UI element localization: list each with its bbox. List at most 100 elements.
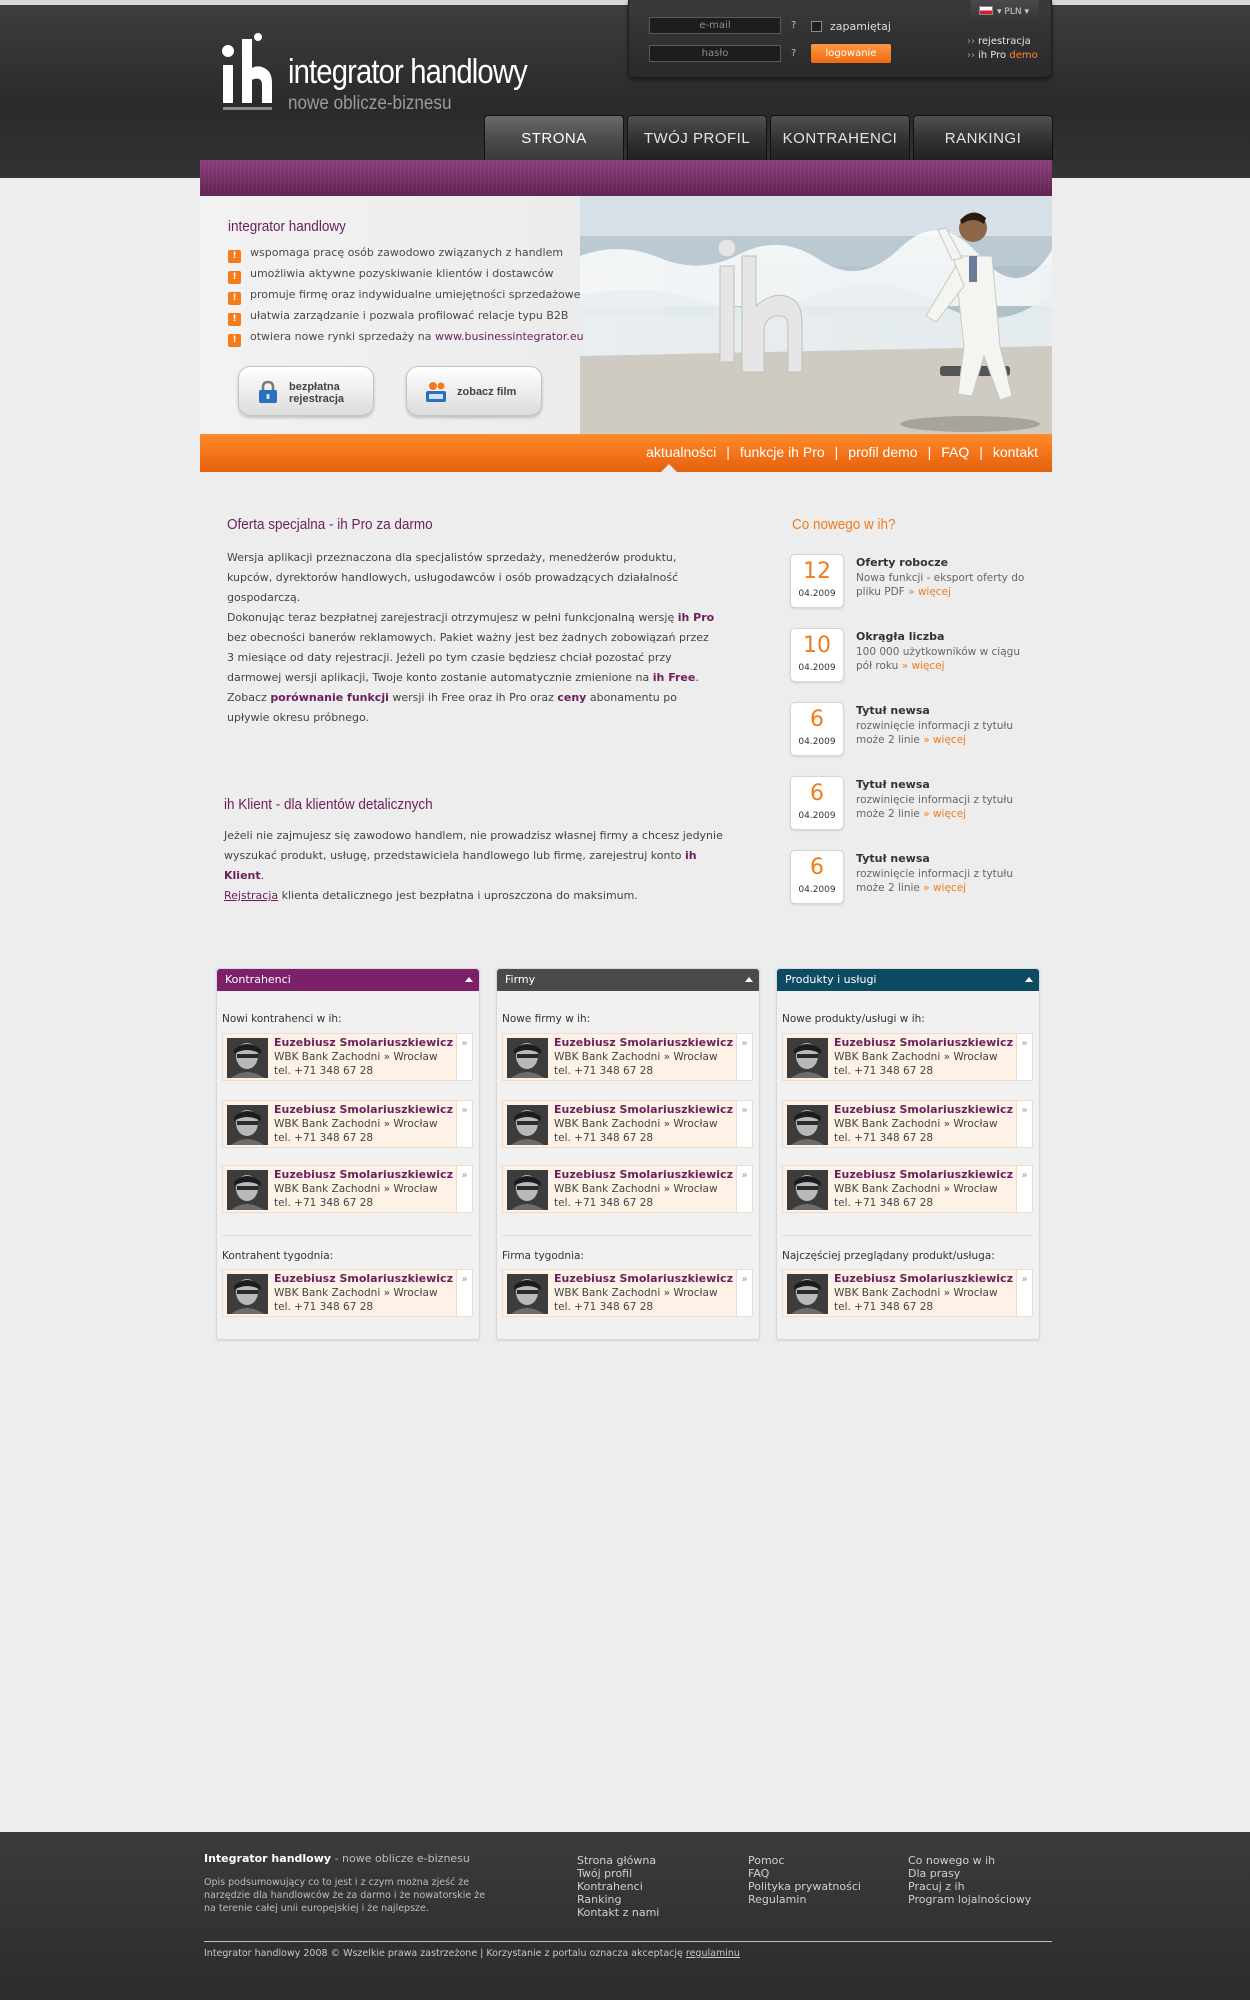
email-help-icon[interactable]: ? [791,20,796,31]
footer-link[interactable]: Dla prasy [908,1867,1031,1880]
watch-film-button[interactable]: zobacz film [406,366,542,416]
login-button[interactable]: logowanie [811,44,891,63]
collapse-arrow-icon[interactable] [1025,977,1033,982]
read-more-link[interactable]: » więcej [923,734,966,746]
read-more-link[interactable]: » więcej [923,808,966,820]
card-arrow-icon[interactable]: » [736,1101,752,1147]
footer-link[interactable]: Program lojalnościowy [908,1893,1031,1906]
subnav-profil-demo[interactable]: profil demo [848,444,917,460]
prices-link[interactable]: ceny [557,691,586,704]
contact-card[interactable]: Euzebiusz Smolariuszkiewicz WBK Bank Zach… [222,1033,473,1081]
card-arrow-icon[interactable]: » [1016,1101,1032,1147]
footer-link[interactable]: Kontakt z nami [577,1906,659,1919]
news-headline[interactable]: Oferty robocze [856,556,948,569]
read-more-link[interactable]: » więcej [923,882,966,894]
tab-kontrahenci[interactable]: KONTRAHENCI [770,115,910,160]
footer-link[interactable]: FAQ [748,1867,861,1880]
contact-card[interactable]: Euzebiusz Smolariuszkiewicz WBK Bank Zach… [502,1165,753,1213]
tab-rankingi[interactable]: RANKINGI [913,115,1053,160]
contact-name[interactable]: Euzebiusz Smolariuszkiewicz [274,1168,453,1181]
contact-card[interactable]: Euzebiusz Smolariuszkiewicz WBK Bank Zach… [502,1033,753,1081]
password-help-icon[interactable]: ? [791,48,796,59]
footer-link[interactable]: Pomoc [748,1854,861,1867]
card-arrow-icon[interactable]: » [1016,1270,1032,1316]
contact-card[interactable]: Euzebiusz Smolariuszkiewicz WBK Bank Zach… [502,1269,753,1317]
currency-selector[interactable]: ▾ PLN ▾ [971,0,1039,24]
demo-link[interactable]: ›› ih Pro demo [967,49,1038,63]
contact-card[interactable]: Euzebiusz Smolariuszkiewicz WBK Bank Zach… [222,1165,473,1213]
tab-twoj-profil[interactable]: TWÓJ PROFIL [627,115,767,160]
site-logo[interactable]: integrator handlowy nowe oblicze-biznesu [220,33,540,123]
contact-name[interactable]: Euzebiusz Smolariuszkiewicz [834,1103,1013,1116]
news-headline[interactable]: Tytuł newsa [856,778,930,791]
contact-name[interactable]: Euzebiusz Smolariuszkiewicz [834,1036,1013,1049]
footer-link[interactable]: Pracuj z ih [908,1880,1031,1893]
collapse-arrow-icon[interactable] [745,977,753,982]
subnav-kontakt[interactable]: kontakt [993,444,1038,460]
email-field[interactable]: e-mail [649,17,781,34]
read-more-link[interactable]: » więcej [908,586,951,598]
footer-link[interactable]: Co nowego w ih [908,1854,1031,1867]
contact-card[interactable]: Euzebiusz Smolariuszkiewicz WBK Bank Zach… [782,1033,1033,1081]
contact-card[interactable]: Euzebiusz Smolariuszkiewicz WBK Bank Zach… [222,1100,473,1148]
footer-link[interactable]: Polityka prywatności [748,1880,861,1893]
news-summary: 100 000 użytkowników w ciągu pół roku » … [856,646,1020,672]
free-registration-button[interactable]: bezpłatna rejestracja [238,366,374,416]
panel-list-label: Nowi kontrahenci w ih: [222,1013,342,1025]
footer-link[interactable]: Strona główna [577,1854,659,1867]
remember-checkbox[interactable] [811,21,822,32]
footer-link[interactable]: Kontrahenci [577,1880,659,1893]
footer-link[interactable]: Ranking [577,1893,659,1906]
panel-header[interactable]: Firmy [497,969,759,991]
contact-card[interactable]: Euzebiusz Smolariuszkiewicz WBK Bank Zach… [782,1269,1033,1317]
subnav-separator: | [979,444,983,460]
panel-list-label: Nowe firmy w ih: [502,1013,591,1025]
contact-name[interactable]: Euzebiusz Smolariuszkiewicz [834,1168,1013,1181]
news-headline[interactable]: Tytuł newsa [856,852,930,865]
subnav-aktualnosci[interactable]: aktualności [646,444,716,460]
card-arrow-icon[interactable]: » [736,1166,752,1212]
card-arrow-icon[interactable]: » [1016,1034,1032,1080]
read-more-link[interactable]: » więcej [902,660,945,672]
card-arrow-icon[interactable]: » [1016,1166,1032,1212]
footer-link[interactable]: Twój profil [577,1867,659,1880]
password-field[interactable]: hasło [649,45,781,62]
panel-header[interactable]: Produkty i usługi [777,969,1039,991]
news-headline[interactable]: Tytuł newsa [856,704,930,717]
ih-pro-link[interactable]: ih Pro [678,611,714,624]
contact-name[interactable]: Euzebiusz Smolariuszkiewicz [554,1168,733,1181]
card-arrow-icon[interactable]: » [456,1034,472,1080]
card-arrow-icon[interactable]: » [456,1270,472,1316]
contact-card[interactable]: Euzebiusz Smolariuszkiewicz WBK Bank Zach… [502,1100,753,1148]
footer-brand: Integrator handlowy - nowe oblicze e-biz… [204,1852,470,1865]
contact-name[interactable]: Euzebiusz Smolariuszkiewicz [274,1272,453,1285]
businessintegrator-link[interactable]: www.businessintegrator.eu [435,330,584,343]
contact-card[interactable]: Euzebiusz Smolariuszkiewicz WBK Bank Zach… [222,1269,473,1317]
tab-strona-glowna[interactable]: STRONA GŁÓWNA [484,115,624,192]
contact-name[interactable]: Euzebiusz Smolariuszkiewicz [554,1272,733,1285]
contact-name[interactable]: Euzebiusz Smolariuszkiewicz [554,1036,733,1049]
panel-featured-label: Najczęściej przeglądany produkt/usługa: [782,1250,995,1262]
card-arrow-icon[interactable]: » [736,1270,752,1316]
terms-link[interactable]: regulaminu [686,1948,740,1959]
contact-name[interactable]: Euzebiusz Smolariuszkiewicz [274,1036,453,1049]
contact-name[interactable]: Euzebiusz Smolariuszkiewicz [834,1272,1013,1285]
collapse-arrow-icon[interactable] [465,977,473,982]
register-link[interactable]: ›› rejestracja [967,35,1038,49]
compare-features-link[interactable]: porównanie funkcji [270,691,389,704]
panel-header[interactable]: Kontrahenci [217,969,479,991]
card-arrow-icon[interactable]: » [456,1166,472,1212]
footer-link[interactable]: Regulamin [748,1893,861,1906]
registration-link[interactable]: Rejstracja [224,889,278,902]
card-arrow-icon[interactable]: » [456,1101,472,1147]
news-headline[interactable]: Okrągła liczba [856,630,944,643]
card-arrow-icon[interactable]: » [736,1034,752,1080]
contact-name[interactable]: Euzebiusz Smolariuszkiewicz [554,1103,733,1116]
contact-name[interactable]: Euzebiusz Smolariuszkiewicz [274,1103,453,1116]
subnav-faq[interactable]: FAQ [941,444,969,460]
poland-flag-icon [979,6,993,15]
contact-card[interactable]: Euzebiusz Smolariuszkiewicz WBK Bank Zach… [782,1100,1033,1148]
contact-card[interactable]: Euzebiusz Smolariuszkiewicz WBK Bank Zach… [782,1165,1033,1213]
subnav-funkcje-ih-pro[interactable]: funkcje ih Pro [740,444,825,460]
ih-free-link[interactable]: ih Free [653,671,696,684]
